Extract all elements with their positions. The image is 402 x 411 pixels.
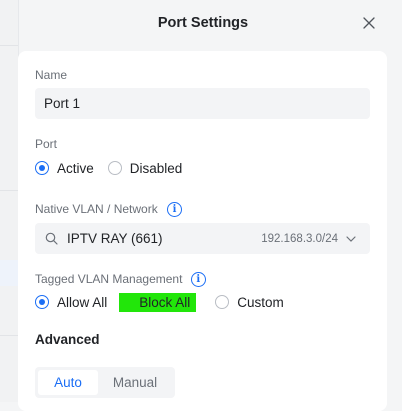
dialog-title: Port Settings: [157, 15, 249, 31]
native-vlan-value: IPTV RAY (661): [67, 231, 163, 246]
info-icon[interactable]: i: [167, 202, 183, 218]
native-vlan-label: Native VLAN / Network i: [35, 202, 183, 218]
close-icon: [363, 17, 375, 29]
radio-unchecked-icon: [215, 295, 230, 309]
divider: [0, 45, 18, 46]
advanced-mode-toggle: Auto Manual: [35, 367, 175, 398]
port-settings-panel: Port Settings Name Port 1 Port Active Di…: [0, 0, 402, 411]
radio-label: Active: [57, 160, 94, 176]
native-vlan-select[interactable]: IPTV RAY (661) 192.168.3.0/24: [35, 223, 370, 254]
radio-label: Custom: [237, 294, 284, 310]
divider: [0, 335, 18, 336]
tagged-vlan-radio-group: Allow All Block All Custom: [35, 292, 298, 312]
radio-checked-icon: [35, 161, 49, 175]
close-button[interactable]: [358, 12, 380, 34]
name-input-value: Port 1: [44, 96, 81, 111]
port-label: Port: [35, 137, 58, 151]
info-icon[interactable]: i: [190, 272, 206, 288]
native-vlan-subnet: 192.168.3.0/24: [261, 232, 338, 245]
tagged-vlan-label-text: Tagged VLAN Management: [35, 272, 183, 286]
manual-mode-button[interactable]: Manual: [98, 370, 172, 395]
port-radio-group: Active Disabled: [35, 158, 196, 178]
radio-label: Allow All: [57, 294, 108, 310]
port-active-radio[interactable]: Active: [35, 161, 94, 176]
chevron-down-icon: [346, 235, 356, 242]
custom-radio[interactable]: Custom: [215, 295, 284, 310]
search-icon: [45, 232, 58, 245]
port-disabled-radio[interactable]: Disabled: [107, 160, 183, 176]
allow-all-radio[interactable]: Allow All: [35, 295, 107, 310]
name-label: Name: [35, 68, 68, 82]
radio-checked-icon: [35, 295, 49, 309]
divider: [0, 190, 18, 191]
name-input[interactable]: Port 1: [35, 88, 370, 119]
advanced-section-title: Advanced: [35, 332, 100, 347]
tagged-vlan-label: Tagged VLAN Management i: [35, 272, 206, 288]
block-all-radio[interactable]: Block All: [119, 292, 201, 312]
auto-mode-button[interactable]: Auto: [38, 370, 98, 395]
native-vlan-label-text: Native VLAN / Network: [35, 202, 158, 216]
radio-unchecked-icon: [107, 161, 122, 175]
radio-label: Block All: [119, 292, 197, 312]
selected-row-edge: [0, 260, 18, 286]
background-list-strip: [0, 0, 19, 402]
radio-label: Disabled: [129, 160, 183, 176]
